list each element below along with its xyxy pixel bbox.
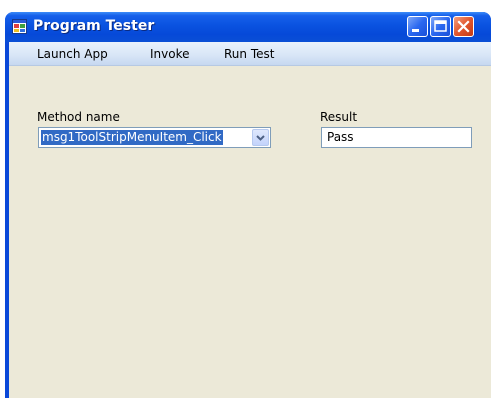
- window-title: Program Tester: [33, 18, 155, 34]
- minimize-icon: [412, 29, 419, 32]
- window-client-area: Launch App Invoke Run Test Method name R…: [9, 42, 491, 398]
- close-icon: [457, 20, 470, 33]
- menu-item-launch-app[interactable]: Launch App: [37, 47, 108, 61]
- minimize-button[interactable]: [407, 16, 428, 37]
- method-name-dropdown[interactable]: msg1ToolStripMenuItem_Click: [38, 127, 271, 148]
- menu-bar: Launch App Invoke Run Test: [9, 42, 491, 66]
- menu-item-invoke[interactable]: Invoke: [150, 47, 190, 61]
- window-app-icon: [12, 19, 27, 34]
- maximize-icon: [434, 20, 447, 32]
- chevron-down-icon: [256, 135, 265, 141]
- maximize-button[interactable]: [430, 16, 451, 37]
- method-name-label: Method name: [37, 110, 120, 124]
- result-label: Result: [320, 110, 358, 124]
- menu-item-run-test[interactable]: Run Test: [224, 47, 274, 61]
- title-bar[interactable]: Program Tester: [5, 12, 491, 42]
- dropdown-button[interactable]: [252, 129, 269, 146]
- close-button[interactable]: [453, 16, 474, 37]
- program-tester-window: Program Tester Launch App Invoke Run Tes…: [5, 12, 491, 398]
- result-field[interactable]: Pass: [321, 127, 472, 148]
- method-name-selected-value: msg1ToolStripMenuItem_Click: [41, 130, 223, 145]
